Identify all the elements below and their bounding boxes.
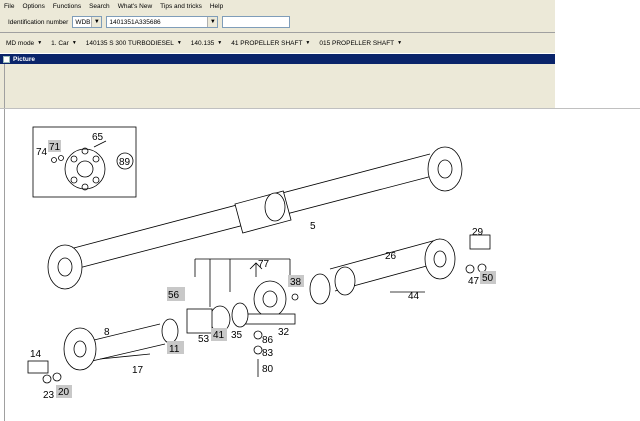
callout-label: 29 (472, 227, 484, 238)
callout-label: 8 (104, 327, 110, 338)
nav-label: 015 PROPELLER SHAFT (319, 39, 395, 47)
caret-down-icon: ▼ (176, 40, 182, 46)
parts-diagram: 65 71 74 89 5 77 56 38 26 29 47 50 44 8 … (0, 109, 640, 421)
caret-down-icon: ▼ (37, 40, 43, 46)
callout-label: 77 (258, 259, 270, 270)
callout-label: 74 (36, 147, 48, 158)
propeller-shaft-lower-left (27, 318, 179, 384)
identification-label: Identification number (8, 18, 69, 26)
callout-label: 56 (168, 290, 180, 301)
washer-74 (51, 157, 57, 163)
identification-bar: Identification number WDB ▼ 1401351A3356… (0, 12, 555, 32)
menu-whats-new[interactable]: What's New (114, 3, 156, 10)
flex-disc-inset (64, 147, 106, 191)
right-empty-area (555, 0, 640, 108)
nav-subgroup[interactable]: 015 PROPELLER SHAFT ▼ (319, 40, 402, 47)
id-number-select[interactable]: 1401351A335686 ▼ (106, 16, 219, 28)
chevron-down-icon[interactable]: ▼ (91, 17, 102, 27)
nav-md-mode[interactable]: MD mode ▼ (6, 40, 42, 47)
menu-functions[interactable]: Functions (49, 3, 85, 10)
callout-label: 32 (278, 327, 290, 338)
callout-label: 26 (385, 251, 397, 262)
menu-search[interactable]: Search (85, 3, 114, 10)
menu-options[interactable]: Options (18, 3, 48, 10)
caret-down-icon: ▼ (305, 40, 311, 46)
menu-file[interactable]: File (0, 3, 18, 10)
callout-label: 65 (92, 132, 104, 143)
callout-label: 11 (169, 344, 180, 355)
nav-label: 140.135 (190, 39, 215, 47)
callout-label: 41 (213, 330, 225, 341)
propeller-shaft-upper (47, 146, 463, 290)
caret-down-icon: ▼ (71, 40, 77, 46)
breadcrumb: MD mode ▼ 1. Car ▼ 140135 S 300 TURBODIESE… (0, 33, 555, 53)
callout-label: 20 (58, 387, 70, 398)
callout-label: 35 (231, 330, 243, 341)
app-window: File Options Functions Search What's New… (0, 0, 640, 421)
callout-label: 86 (262, 335, 274, 346)
menu-help[interactable]: Help (206, 3, 227, 10)
callout-label: 80 (262, 364, 274, 375)
nav-engine[interactable]: 140.135 ▼ (191, 40, 222, 47)
exploded-view-drawing: 65 71 74 89 5 77 56 38 26 29 47 50 44 8 … (27, 126, 496, 401)
propeller-shaft-lower-right (309, 234, 491, 305)
callout-label: 17 (132, 365, 144, 376)
nav-car[interactable]: 1. Car ▼ (51, 40, 77, 47)
nav-label: 1. Car (51, 39, 69, 47)
nav-group[interactable]: 41 PROPELLER SHAFT ▼ (231, 40, 310, 47)
callout-label: 53 (198, 334, 210, 345)
chevron-down-icon[interactable]: ▼ (207, 17, 218, 27)
extra-input[interactable] (222, 16, 291, 28)
caret-down-icon: ▼ (217, 40, 223, 46)
nav-label: 41 PROPELLER SHAFT (231, 39, 303, 47)
callout-label: 83 (262, 348, 274, 359)
nav-model[interactable]: 140135 S 300 TURBODIESEL ▼ (86, 40, 182, 47)
callout-label: 50 (482, 273, 494, 284)
menu-tips-and-tricks[interactable]: Tips and tricks (156, 3, 206, 10)
picture-panel-titlebar: Picture (0, 54, 555, 64)
callout-label: 14 (30, 349, 42, 360)
window-icon (3, 55, 10, 63)
panel-title: Picture (13, 55, 36, 63)
callout-label: 47 (468, 276, 480, 287)
id-prefix-select[interactable]: WDB ▼ (72, 16, 103, 28)
id-number-value: 1401351A335686 (109, 18, 161, 26)
caret-down-icon: ▼ (397, 40, 403, 46)
callout-label: 5 (310, 221, 316, 232)
nut-71 (58, 155, 64, 161)
picture-panel-header-area (0, 64, 555, 108)
nav-label: MD mode (6, 39, 35, 47)
divider (4, 64, 5, 108)
callout-label: 23 (43, 390, 55, 401)
callout-label: 38 (290, 277, 302, 288)
callout-label: 89 (119, 157, 131, 168)
nav-label: 140135 S 300 TURBODIESEL (85, 39, 174, 47)
callout-label: 44 (408, 291, 420, 302)
center-bearing (186, 258, 299, 377)
menu-bar: File Options Functions Search What's New… (0, 0, 555, 12)
callout-label: 71 (49, 142, 61, 153)
id-prefix-value: WDB (75, 18, 91, 26)
